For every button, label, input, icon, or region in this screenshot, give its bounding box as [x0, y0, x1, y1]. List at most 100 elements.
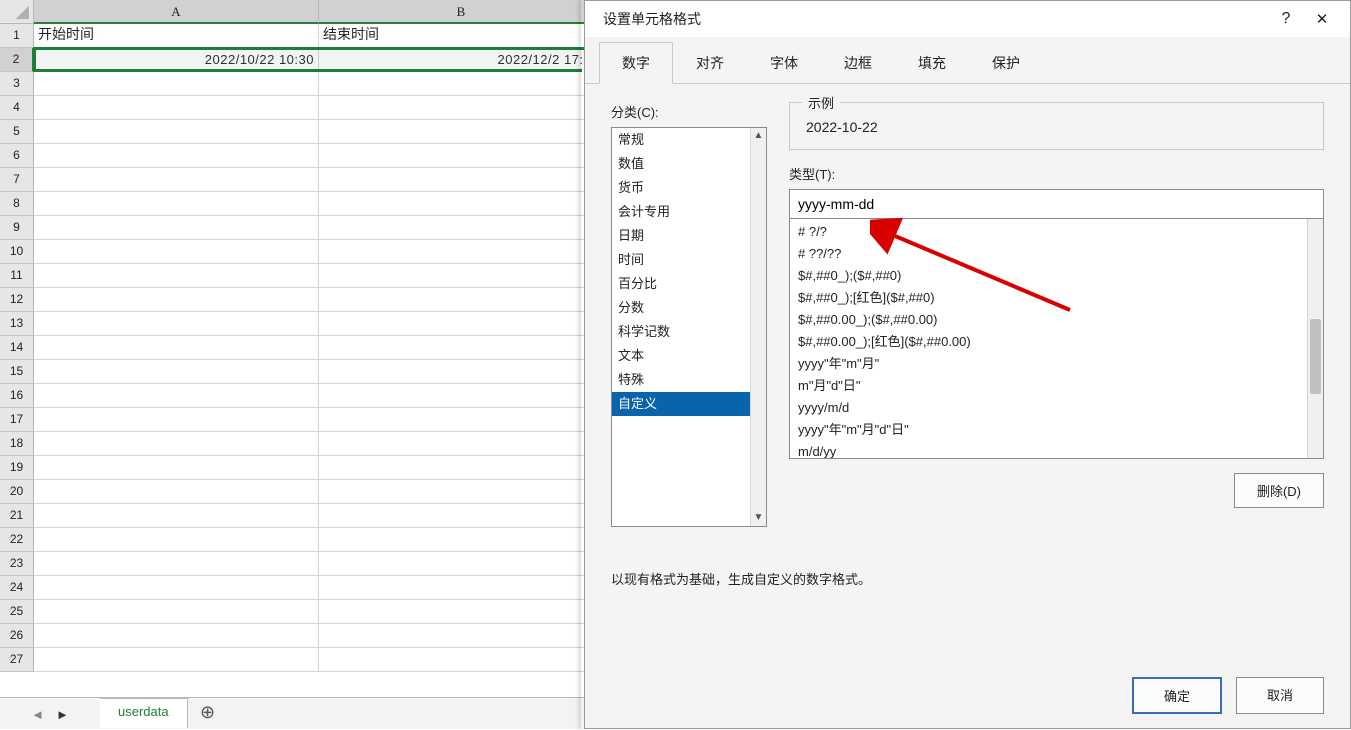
row-header-21[interactable]: 21: [0, 504, 34, 528]
col-header-a[interactable]: A: [34, 0, 319, 24]
type-scrollbar[interactable]: [1307, 219, 1323, 458]
cell-A7[interactable]: [34, 168, 319, 192]
type-item[interactable]: yyyy"年"m"月": [790, 353, 1307, 375]
cell-B22[interactable]: [319, 528, 604, 552]
row-header-7[interactable]: 7: [0, 168, 34, 192]
cell-B8[interactable]: [319, 192, 604, 216]
cell-A17[interactable]: [34, 408, 319, 432]
sheet-tab-userdata[interactable]: userdata: [100, 698, 188, 728]
row-header-27[interactable]: 27: [0, 648, 34, 672]
cell-A2[interactable]: 2022/10/22 10:30: [34, 48, 319, 72]
cell-B4[interactable]: [319, 96, 604, 120]
cells-grid[interactable]: 开始时间结束时间2022/10/22 10:302022/12/2 17:30: [34, 24, 604, 672]
row-header-22[interactable]: 22: [0, 528, 34, 552]
category-item[interactable]: 自定义: [612, 392, 750, 416]
tab-next-icon[interactable]: ►: [56, 707, 69, 722]
category-item[interactable]: 文本: [612, 344, 750, 368]
cell-A18[interactable]: [34, 432, 319, 456]
cell-B19[interactable]: [319, 456, 604, 480]
cell-B25[interactable]: [319, 600, 604, 624]
cell-B6[interactable]: [319, 144, 604, 168]
type-item[interactable]: # ?/?: [790, 221, 1307, 243]
cell-B17[interactable]: [319, 408, 604, 432]
row-header-14[interactable]: 14: [0, 336, 34, 360]
cell-B9[interactable]: [319, 216, 604, 240]
cell-A23[interactable]: [34, 552, 319, 576]
dialog-titlebar[interactable]: 设置单元格格式 ? ✕: [585, 1, 1350, 37]
type-item[interactable]: $#,##0.00_);[红色]($#,##0.00): [790, 331, 1307, 353]
cell-A8[interactable]: [34, 192, 319, 216]
cell-A14[interactable]: [34, 336, 319, 360]
cell-A21[interactable]: [34, 504, 319, 528]
cell-A27[interactable]: [34, 648, 319, 672]
row-header-11[interactable]: 11: [0, 264, 34, 288]
row-header-23[interactable]: 23: [0, 552, 34, 576]
tab-number[interactable]: 数字: [599, 42, 673, 84]
row-header-24[interactable]: 24: [0, 576, 34, 600]
row-header-15[interactable]: 15: [0, 360, 34, 384]
cell-A3[interactable]: [34, 72, 319, 96]
cell-A19[interactable]: [34, 456, 319, 480]
cell-B7[interactable]: [319, 168, 604, 192]
category-item[interactable]: 时间: [612, 248, 750, 272]
tab-fill[interactable]: 填充: [895, 42, 969, 84]
row-header-6[interactable]: 6: [0, 144, 34, 168]
tab-align[interactable]: 对齐: [673, 42, 747, 84]
cell-A13[interactable]: [34, 312, 319, 336]
row-header-19[interactable]: 19: [0, 456, 34, 480]
type-item[interactable]: $#,##0.00_);($#,##0.00): [790, 309, 1307, 331]
row-header-20[interactable]: 20: [0, 480, 34, 504]
delete-button[interactable]: 删除(D): [1234, 473, 1324, 508]
row-header-25[interactable]: 25: [0, 600, 34, 624]
ok-button[interactable]: 确定: [1132, 677, 1222, 714]
category-item[interactable]: 百分比: [612, 272, 750, 296]
type-listbox[interactable]: # ?/?# ??/??$#,##0_);($#,##0)$#,##0_);[红…: [789, 219, 1324, 459]
cell-A26[interactable]: [34, 624, 319, 648]
row-header-18[interactable]: 18: [0, 432, 34, 456]
cell-A16[interactable]: [34, 384, 319, 408]
category-item[interactable]: 科学记数: [612, 320, 750, 344]
cell-A20[interactable]: [34, 480, 319, 504]
col-header-b[interactable]: B: [319, 0, 604, 24]
row-header-13[interactable]: 13: [0, 312, 34, 336]
category-item[interactable]: 日期: [612, 224, 750, 248]
cell-B23[interactable]: [319, 552, 604, 576]
close-icon[interactable]: ✕: [1304, 10, 1340, 28]
tab-protect[interactable]: 保护: [969, 42, 1043, 84]
help-icon[interactable]: ?: [1268, 10, 1304, 28]
row-header-5[interactable]: 5: [0, 120, 34, 144]
cell-B20[interactable]: [319, 480, 604, 504]
tab-font[interactable]: 字体: [747, 42, 821, 84]
cell-B26[interactable]: [319, 624, 604, 648]
scrollbar-thumb[interactable]: [1310, 319, 1321, 394]
cell-B13[interactable]: [319, 312, 604, 336]
cell-A24[interactable]: [34, 576, 319, 600]
type-item[interactable]: m"月"d"日": [790, 375, 1307, 397]
cell-B2[interactable]: 2022/12/2 17:30: [319, 48, 604, 72]
row-header-17[interactable]: 17: [0, 408, 34, 432]
row-header-8[interactable]: 8: [0, 192, 34, 216]
cell-A11[interactable]: [34, 264, 319, 288]
cell-B11[interactable]: [319, 264, 604, 288]
category-listbox[interactable]: 常规数值货币会计专用日期时间百分比分数科学记数文本特殊自定义 ▲ ▼: [611, 127, 767, 527]
cell-B27[interactable]: [319, 648, 604, 672]
cell-B1[interactable]: 结束时间: [319, 24, 604, 48]
cell-A15[interactable]: [34, 360, 319, 384]
category-item[interactable]: 特殊: [612, 368, 750, 392]
category-item[interactable]: 常规: [612, 128, 750, 152]
row-header-3[interactable]: 3: [0, 72, 34, 96]
cell-A22[interactable]: [34, 528, 319, 552]
row-header-12[interactable]: 12: [0, 288, 34, 312]
cell-B3[interactable]: [319, 72, 604, 96]
row-header-10[interactable]: 10: [0, 240, 34, 264]
cell-B16[interactable]: [319, 384, 604, 408]
cell-A1[interactable]: 开始时间: [34, 24, 319, 48]
row-header-1[interactable]: 1: [0, 24, 34, 48]
cell-A9[interactable]: [34, 216, 319, 240]
cell-B18[interactable]: [319, 432, 604, 456]
row-header-2[interactable]: 2: [0, 48, 34, 72]
category-scrollbar[interactable]: ▲ ▼: [750, 128, 766, 526]
cancel-button[interactable]: 取消: [1236, 677, 1324, 714]
row-header-16[interactable]: 16: [0, 384, 34, 408]
cell-B24[interactable]: [319, 576, 604, 600]
